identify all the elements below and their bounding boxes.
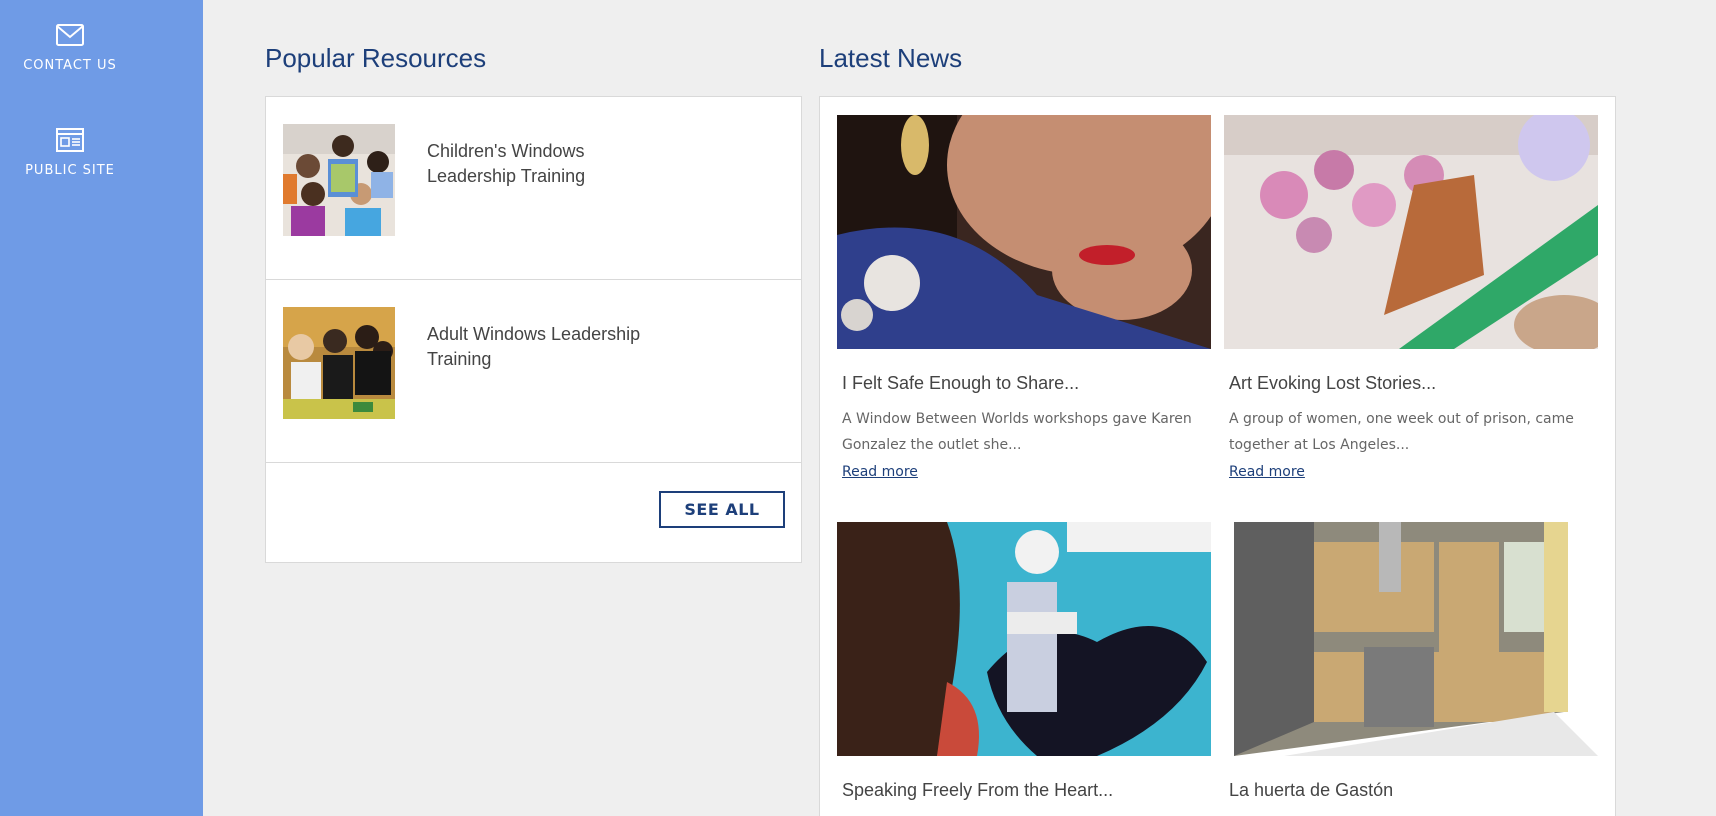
read-more-link[interactable]: Read more (842, 464, 918, 480)
browser-window-icon (56, 128, 84, 152)
news-image[interactable] (837, 115, 1211, 349)
sidebar-item-contact-us[interactable]: CONTACT US (0, 22, 140, 73)
popular-resources-heading: Popular Resources (265, 43, 487, 73)
news-card: Speaking Freely From the Heart... (837, 522, 1211, 801)
resource-title-link[interactable]: Adult Windows Leadership Training (427, 322, 677, 372)
news-image[interactable] (1224, 522, 1598, 756)
news-image[interactable] (1224, 115, 1598, 349)
sidebar-item-public-site[interactable]: PUBLIC SITE (0, 127, 140, 178)
news-title-link[interactable]: Speaking Freely From the Heart... (842, 780, 1211, 801)
resource-item: Adult Windows Leadership Training (266, 280, 801, 463)
news-title-link[interactable]: I Felt Safe Enough to Share... (842, 373, 1211, 394)
envelope-icon (56, 24, 84, 46)
news-excerpt: A Window Between Worlds workshops gave K… (842, 411, 1192, 453)
see-all-button[interactable]: SEE ALL (659, 491, 785, 528)
read-more-link[interactable]: Read more (1229, 464, 1305, 480)
news-title-link[interactable]: Art Evoking Lost Stories... (1229, 373, 1598, 394)
resource-thumbnail[interactable] (283, 124, 395, 236)
latest-news-heading: Latest News (819, 43, 963, 73)
resource-item: Children's Windows Leadership Training (266, 97, 801, 280)
news-excerpt: A group of women, one week out of prison… (1229, 411, 1574, 453)
news-title-link[interactable]: La huerta de Gastón (1229, 780, 1598, 801)
news-card: I Felt Safe Enough to Share... A Window … (837, 115, 1211, 481)
sidebar: CONTACT US PUBLIC SITE (0, 0, 203, 816)
news-image[interactable] (837, 522, 1211, 756)
news-card: Art Evoking Lost Stories... A group of w… (1224, 115, 1598, 481)
latest-news-panel: I Felt Safe Enough to Share... A Window … (819, 96, 1616, 816)
resource-title-link[interactable]: Children's Windows Leadership Training (427, 139, 677, 189)
popular-resources-panel: Children's Windows Leadership Training A… (265, 96, 802, 563)
sidebar-item-label: CONTACT US (23, 58, 117, 73)
news-card: La huerta de Gastón (1224, 522, 1598, 801)
resource-thumbnail[interactable] (283, 307, 395, 419)
sidebar-item-label: PUBLIC SITE (25, 163, 115, 178)
